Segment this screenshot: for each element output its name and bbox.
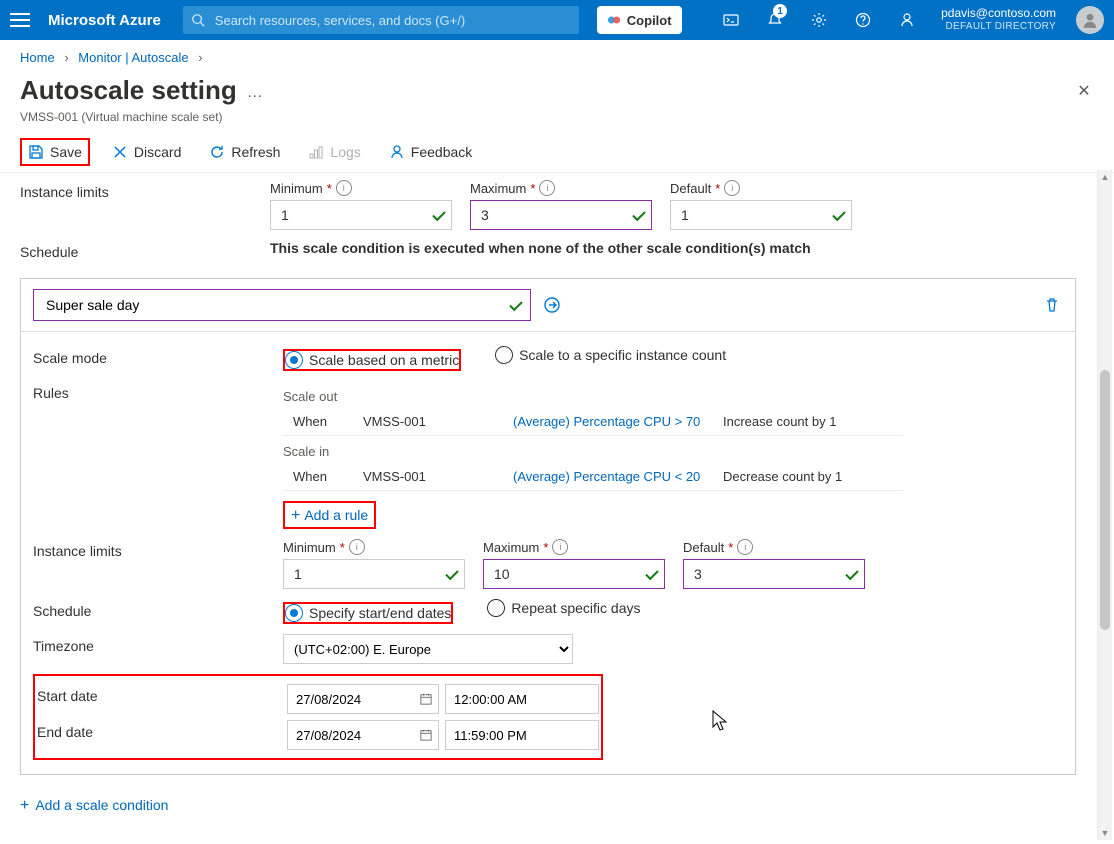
info-icon[interactable]: i [724,180,740,196]
delete-condition-icon[interactable] [1041,294,1063,316]
maximum-input[interactable] [470,200,652,230]
close-blade-icon[interactable]: ✕ [1074,81,1094,101]
cond-maximum-input[interactable] [483,559,665,589]
plus-icon [291,507,300,523]
toolbar: Save Discard Refresh Logs Feedback [0,132,1114,173]
end-date-label: End date [37,720,287,740]
condition-name-input[interactable] [33,289,531,321]
rule-row: When VMSS-001 (Average) Percentage CPU >… [283,408,903,436]
global-search[interactable] [183,6,579,34]
crumb-monitor[interactable]: Monitor | Autoscale [78,50,188,65]
rule-row: When VMSS-001 (Average) Percentage CPU <… [283,463,903,491]
scrollbar[interactable]: ▲ ▼ [1097,170,1112,840]
feedback-top-icon[interactable] [891,0,923,40]
cloud-shell-icon[interactable] [715,0,747,40]
check-icon [846,566,858,582]
notification-badge: 1 [773,4,787,18]
cond-default-input[interactable] [683,559,865,589]
info-icon[interactable]: i [336,180,352,196]
page-subtitle: VMSS-001 (Virtual machine scale set) [0,110,1114,132]
avatar[interactable] [1076,6,1104,34]
rules-label: Rules [33,381,283,401]
settings-gear-icon[interactable] [803,0,835,40]
copilot-button[interactable]: Copilot [597,6,682,34]
scale-condition-card: Scale mode Scale based on a metric Scale… [20,278,1076,775]
end-date-input[interactable] [287,720,439,750]
info-icon[interactable]: i [737,539,753,555]
info-icon[interactable]: i [539,180,555,196]
scale-mode-count-radio[interactable]: Scale to a specific instance count [495,346,726,364]
user-email: pdavis@contoso.com [941,6,1056,20]
logs-button[interactable]: Logs [302,140,366,164]
copilot-icon [607,13,621,27]
scroll-down-icon[interactable]: ▼ [1098,826,1112,840]
check-icon [633,207,645,223]
cond-minimum-input[interactable] [283,559,465,589]
save-button[interactable]: Save [20,138,90,166]
calendar-icon [420,728,432,742]
page-title: Autoscale setting [20,75,237,106]
discard-button[interactable]: Discard [106,140,187,164]
instance-limits-label: Instance limits [33,539,283,559]
check-icon [446,566,458,582]
user-block[interactable]: pdavis@contoso.com DEFAULT DIRECTORY [941,6,1056,34]
autoscale-nav-icon[interactable] [541,294,563,316]
more-actions-icon[interactable]: … [247,84,263,102]
start-date-input[interactable] [287,684,439,714]
refresh-button[interactable]: Refresh [203,140,286,164]
crumb-home[interactable]: Home [20,50,55,65]
rule-condition-link[interactable]: (Average) Percentage CPU > 70 [513,408,723,436]
breadcrumb: Home › Monitor | Autoscale › [0,40,1114,69]
scroll-up-icon[interactable]: ▲ [1098,170,1112,184]
feedback-button[interactable]: Feedback [383,140,478,164]
calendar-icon [420,692,432,706]
end-time-input[interactable] [445,720,599,750]
minimum-input[interactable] [270,200,452,230]
search-icon [191,13,205,27]
info-icon[interactable]: i [552,539,568,555]
timezone-select[interactable]: (UTC+02:00) E. Europe [283,634,573,664]
check-icon [510,297,522,313]
brand[interactable]: Microsoft Azure [48,12,161,29]
check-icon [646,566,658,582]
schedule-repeat-radio[interactable]: Repeat specific days [487,599,640,617]
hamburger-icon[interactable] [10,13,30,27]
check-icon [833,207,845,223]
schedule-text: This scale condition is executed when no… [270,240,1076,256]
cond-schedule-label: Schedule [33,599,283,619]
timezone-label: Timezone [33,634,283,654]
content-area: Instance limits Minimum * i Maximum * i … [0,170,1096,844]
user-directory: DEFAULT DIRECTORY [941,20,1056,34]
help-icon[interactable] [847,0,879,40]
search-input[interactable] [213,12,571,29]
start-date-label: Start date [37,684,287,704]
default-input[interactable] [670,200,852,230]
start-time-input[interactable] [445,684,599,714]
schedule-label: Schedule [20,240,270,260]
notifications-icon[interactable]: 1 [759,0,791,40]
scale-mode-label: Scale mode [33,346,283,366]
scale-out-heading: Scale out [283,389,1063,404]
add-scale-condition-button[interactable]: Add a scale condition [20,793,168,817]
schedule-specify-radio[interactable]: Specify start/end dates [283,602,453,624]
plus-icon [20,797,29,813]
scrollbar-thumb[interactable] [1100,370,1110,630]
add-rule-button[interactable]: Add a rule [283,501,376,529]
scale-in-heading: Scale in [283,444,1063,459]
scale-mode-metric-radio[interactable]: Scale based on a metric [283,349,461,371]
check-icon [433,207,445,223]
azure-topbar: Microsoft Azure Copilot 1 pdavis@contoso… [0,0,1114,40]
rule-condition-link[interactable]: (Average) Percentage CPU < 20 [513,463,723,491]
info-icon[interactable]: i [349,539,365,555]
instance-limits-label: Instance limits [20,180,270,200]
